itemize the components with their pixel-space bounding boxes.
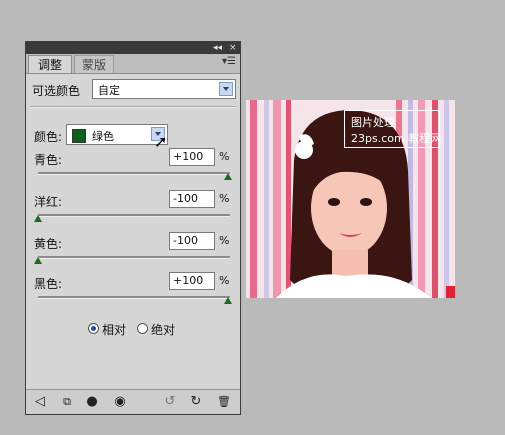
- yellow-value-input[interactable]: -100: [169, 232, 215, 250]
- tab-strip: 调整 蒙版 ▾☰: [26, 54, 240, 74]
- magenta-unit: %: [219, 192, 230, 205]
- relative-label: 相对: [102, 323, 127, 337]
- color-swatch: [72, 129, 86, 143]
- close-icon[interactable]: ×: [229, 42, 237, 54]
- panel-menu-icon[interactable]: ▾☰: [222, 56, 236, 67]
- cyan-value-input[interactable]: +100: [169, 148, 215, 166]
- tab-masks[interactable]: 蒙版: [74, 55, 114, 73]
- panel-titlebar: ◂◂ ×: [26, 42, 240, 54]
- cyan-slider-thumb[interactable]: [224, 173, 232, 180]
- cyan-label: 青色:: [34, 153, 63, 167]
- black-slider-track[interactable]: [38, 296, 230, 299]
- chevron-down-icon[interactable]: [219, 82, 233, 96]
- preset-select[interactable]: 自定: [92, 79, 236, 99]
- back-arrow-icon[interactable]: ◁: [32, 394, 48, 410]
- black-value-input[interactable]: +100: [169, 272, 215, 290]
- cyan-slider-track[interactable]: [38, 172, 230, 175]
- watermark-line1: 图片处理: [351, 116, 395, 129]
- adjustment-title: 可选颜色: [32, 84, 81, 98]
- eye-icon[interactable]: ◉: [112, 394, 128, 410]
- colors-select[interactable]: 绿色: [66, 124, 168, 145]
- magenta-label: 洋红:: [34, 195, 63, 209]
- watermark: 图片处理 23ps.com 教程网: [344, 110, 442, 148]
- divider: [30, 106, 236, 108]
- view-previous-icon[interactable]: ●: [84, 394, 100, 410]
- yellow-unit: %: [219, 234, 230, 247]
- magenta-slider-track[interactable]: [38, 214, 230, 217]
- watermark-line2: 23ps.com 教程网: [351, 132, 442, 145]
- black-slider-thumb[interactable]: [224, 297, 232, 304]
- collapse-icon[interactable]: ◂◂: [213, 42, 222, 54]
- yellow-slider-track[interactable]: [38, 256, 230, 259]
- absolute-radio[interactable]: [137, 323, 148, 334]
- mouse-cursor-icon: ➚: [154, 132, 168, 151]
- adjustments-panel: ◂◂ × 调整 蒙版 ▾☰ 可选颜色 自定 颜色: 绿色 ➚ 相对 绝对 ◁ ⧉…: [25, 41, 241, 415]
- yellow-label: 黄色:: [34, 237, 63, 251]
- reset-previous-icon[interactable]: ↺: [162, 394, 178, 410]
- preset-value: 自定: [98, 84, 120, 97]
- reset-icon[interactable]: ↻: [188, 394, 204, 410]
- cyan-unit: %: [219, 150, 230, 163]
- magenta-value-input[interactable]: -100: [169, 190, 215, 208]
- relative-radio[interactable]: [88, 323, 99, 334]
- tab-adjustments[interactable]: 调整: [28, 55, 72, 73]
- trash-icon[interactable]: 🗑: [216, 394, 232, 410]
- black-unit: %: [219, 274, 230, 287]
- panel-bottom-bar: ◁ ⧉ ● ◉ ↺ ↻ 🗑: [26, 389, 240, 414]
- magenta-slider-thumb[interactable]: [34, 215, 42, 222]
- colors-value: 绿色: [92, 130, 114, 143]
- colors-label: 颜色:: [34, 130, 63, 144]
- yellow-slider-thumb[interactable]: [34, 257, 42, 264]
- absolute-label: 绝对: [151, 323, 176, 337]
- black-label: 黑色:: [34, 277, 63, 291]
- clip-layer-icon[interactable]: ⧉: [59, 394, 75, 410]
